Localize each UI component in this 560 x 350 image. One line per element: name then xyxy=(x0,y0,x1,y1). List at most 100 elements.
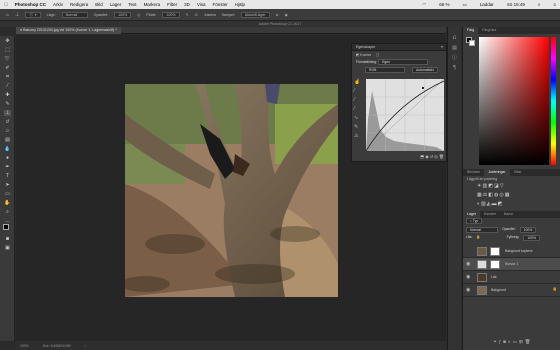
eraser-tool-icon[interactable]: ▱ xyxy=(4,128,11,134)
document-info[interactable]: Dok: 5,40M/10,9M xyxy=(43,344,71,348)
battery-icon[interactable]: ▭ xyxy=(463,2,467,8)
clock[interactable]: Sö 15:49 xyxy=(507,2,525,7)
visibility-icon[interactable]: ◉ xyxy=(466,261,472,267)
status-arrow-icon[interactable]: › xyxy=(84,344,85,348)
gradient-tool-icon[interactable]: ▤ xyxy=(4,137,11,143)
dodge-tool-icon[interactable]: ● xyxy=(4,155,11,161)
pencil-draw-icon[interactable]: ✎ xyxy=(354,124,362,133)
reset-icon[interactable]: ↺ xyxy=(430,154,433,159)
history-brush-tool-icon[interactable]: ↺ xyxy=(4,119,11,125)
screen-mode-icon[interactable]: ▣ xyxy=(4,245,11,251)
color-field[interactable] xyxy=(479,37,549,165)
zoom-level[interactable]: 100% xyxy=(20,344,29,348)
menu-filter[interactable]: Filter xyxy=(167,2,177,7)
mask-icon[interactable]: ▢ xyxy=(376,53,379,57)
histogram-warning-icon[interactable]: ⚠ xyxy=(354,133,362,142)
panel-background-swatch[interactable] xyxy=(469,40,475,46)
pressure-size-icon[interactable]: ◉ xyxy=(285,13,288,17)
layer-row[interactable]: ◉ Bakgrund 🔒 xyxy=(463,284,560,297)
pen-tool-icon[interactable]: ✒ xyxy=(4,164,11,170)
paragraph-panel-icon[interactable]: ¶ xyxy=(448,63,461,73)
clip-icon[interactable]: ⬒ xyxy=(420,154,424,159)
zoom-tool-icon[interactable]: ⌕ xyxy=(4,209,11,215)
lasso-tool-icon[interactable]: ➰ xyxy=(4,56,11,62)
layer-row[interactable]: ◉ Kurvor 1 xyxy=(463,258,560,271)
auto-button[interactable]: Automatiskt xyxy=(411,67,438,73)
path-select-tool-icon[interactable]: ➤ xyxy=(4,182,11,188)
white-point-eyedropper-icon[interactable]: ⁄ xyxy=(354,106,362,115)
gray-point-eyedropper-icon[interactable]: ⁄ xyxy=(354,97,362,106)
selective-color-icon[interactable]: ◩ xyxy=(498,201,504,207)
quick-mask-icon[interactable]: ◙ xyxy=(4,236,11,242)
channel-select[interactable]: RGB xyxy=(365,67,405,73)
visibility-icon[interactable]: ◎ xyxy=(434,154,438,159)
clone-stamp-tool-icon[interactable]: ⊥ xyxy=(4,110,11,116)
tab-libraries[interactable]: Bibliotek xyxy=(463,169,484,176)
tab-close-icon[interactable]: × xyxy=(20,28,22,32)
eyedropper-tool-icon[interactable]: ⁄ xyxy=(4,83,11,89)
delete-icon[interactable]: 🗑 xyxy=(439,154,444,159)
menu-3d[interactable]: 3D xyxy=(184,2,190,7)
opacity-field[interactable]: 100% xyxy=(114,11,132,18)
hand-tool-icon[interactable]: ✋ xyxy=(4,200,11,206)
hue-slider[interactable] xyxy=(551,37,556,165)
filter-kind-select[interactable]: ⌕ Typ xyxy=(466,218,483,224)
quick-select-tool-icon[interactable]: ✐ xyxy=(4,65,11,71)
brush-size[interactable]: ⚫ ▾ xyxy=(25,11,41,18)
tab-channels[interactable]: Kanaler xyxy=(480,211,500,218)
stamp-tool-icon[interactable]: ⊥ xyxy=(15,12,19,18)
shape-tool-icon[interactable]: ▭ xyxy=(4,191,11,197)
layer-opacity-field[interactable]: 100% xyxy=(519,227,537,233)
apple-menu[interactable]:  xyxy=(4,2,8,8)
info-panel-icon[interactable]: ⓘ xyxy=(448,53,461,63)
view-previous-icon[interactable]: ◉ xyxy=(425,154,429,159)
visibility-icon[interactable]: ◉ xyxy=(466,274,472,280)
type-tool-icon[interactable]: T xyxy=(4,173,11,179)
menu-select[interactable]: Markera xyxy=(144,2,161,7)
tab-layers[interactable]: Lager xyxy=(463,211,480,218)
document-tab[interactable]: × Balcony 20131204.jpg vid 100% (Kurvor … xyxy=(16,27,121,34)
history-panel-icon[interactable]: ⎌ xyxy=(448,33,461,43)
battery-percent[interactable]: 66 % xyxy=(439,2,449,7)
move-tool-icon[interactable]: ✥ xyxy=(4,38,11,44)
lock-icon[interactable]: 🔒 xyxy=(476,235,480,241)
document-image[interactable] xyxy=(125,84,338,297)
panel-menu-icon[interactable]: ≡ xyxy=(441,44,443,51)
wifi-icon[interactable]: ◠ xyxy=(422,2,426,8)
menu-icon[interactable]: ≡ xyxy=(553,2,556,7)
brush-tool-icon[interactable]: ✎ xyxy=(4,101,11,107)
menu-layer[interactable]: Lager xyxy=(110,2,122,7)
tab-adjustments[interactable]: Justeringar xyxy=(484,169,510,176)
menu-image[interactable]: Bild xyxy=(95,2,103,7)
menu-app[interactable]: Photoshop CC xyxy=(15,2,46,7)
mode-select[interactable]: Normal xyxy=(61,11,88,18)
layer-row[interactable]: Bakgrund kopiera xyxy=(463,245,560,258)
visibility-icon[interactable] xyxy=(466,248,472,254)
align-checkbox[interactable]: ☑ xyxy=(195,13,198,17)
properties-panel-icon[interactable]: ▤ xyxy=(448,43,461,53)
marquee-tool-icon[interactable]: ⬚ xyxy=(4,47,11,53)
tab-color[interactable]: Färg xyxy=(463,27,479,34)
vibrance-icon[interactable]: ▽ xyxy=(500,183,505,189)
delete-layer-icon[interactable]: 🗑 xyxy=(525,339,533,344)
fill-field[interactable]: 100% xyxy=(523,235,540,241)
home-icon[interactable]: ⌂ xyxy=(6,12,9,18)
sample-select[interactable]: Aktuellt lager xyxy=(240,11,270,18)
visibility-icon[interactable]: ◉ xyxy=(466,287,472,293)
tab-styles[interactable]: Stilar xyxy=(510,169,526,176)
color-lookup-icon[interactable]: ▦ xyxy=(505,192,511,198)
blend-mode-select[interactable]: Normal xyxy=(466,227,498,233)
tab-swatches[interactable]: Färgrutor xyxy=(478,27,500,34)
tab-paths[interactable]: Banor xyxy=(500,211,517,218)
menu-help[interactable]: Hjälp xyxy=(235,2,245,7)
crop-tool-icon[interactable]: ⌗ xyxy=(4,74,11,80)
menu-edit[interactable]: Redigera xyxy=(70,2,88,7)
airbrush-icon[interactable]: ✎ xyxy=(186,13,189,17)
flow-field[interactable]: 100% xyxy=(162,11,180,18)
layer-row[interactable]: ◉ Lila xyxy=(463,271,560,284)
target-adjust-icon[interactable]: ☝ xyxy=(354,79,362,88)
menu-file[interactable]: Arkiv xyxy=(53,2,63,7)
healing-tool-icon[interactable]: ✚ xyxy=(4,92,11,98)
blur-tool-icon[interactable]: 💧 xyxy=(4,146,11,152)
curves-graph[interactable] xyxy=(366,79,444,151)
